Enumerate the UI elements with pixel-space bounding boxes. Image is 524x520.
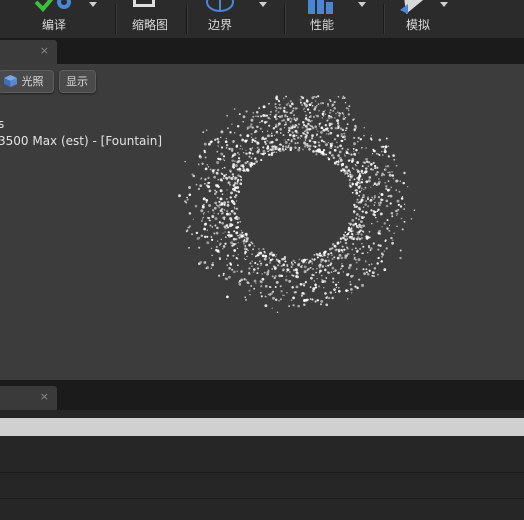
toolbar: 编译 缩略图 边界 性能 模拟 [0,0,524,39]
performance-label: 性能 [310,18,335,32]
performance-dropdown-arrow[interactable] [358,2,366,7]
toolbar-separator [284,4,285,34]
progress-bar [0,418,524,436]
stats-line-2: 3500 Max (est) - [Fountain] [0,134,163,148]
viewport-tab-strip: × [0,38,524,64]
simulate-button[interactable]: 模拟 [392,0,472,38]
lighting-button[interactable]: 光照 [0,70,54,93]
bounds-label: 边界 [208,18,233,32]
lower-tab[interactable]: × [0,386,57,410]
compile-check-icon [34,0,71,12]
thumbnail-button[interactable]: 缩略图 [122,0,184,38]
lighting-label: 光照 [21,75,44,88]
compile-label: 编译 [42,18,67,32]
toolbar-separator [186,4,187,34]
bounds-dropdown-arrow[interactable] [259,2,267,7]
performance-bars-icon [308,0,333,14]
bounds-button[interactable]: 边界 [196,0,276,38]
show-button[interactable]: 显示 [59,70,96,93]
compile-button[interactable]: 编译 [20,0,110,38]
lit-cube-icon [4,75,17,87]
stats-line-1: s [0,117,5,131]
lower-tab-strip: × [0,380,524,410]
close-icon[interactable]: × [40,390,49,403]
thumbnail-icon [133,0,155,7]
performance-button[interactable]: 性能 [298,0,378,38]
divider [0,472,524,473]
toolbar-separator [115,4,116,34]
bounds-sphere-icon [206,0,234,12]
simulate-label: 模拟 [406,18,431,32]
simulate-dropdown-arrow[interactable] [440,2,448,7]
simulate-play-icon [400,0,424,14]
show-label: 显示 [66,75,88,88]
thumbnail-label: 缩略图 [132,18,169,32]
viewport-tab[interactable]: × [0,40,57,64]
toolbar-separator [383,4,384,34]
lower-panel: × [0,380,524,520]
divider [0,498,524,499]
progress-bar-fill [0,418,524,436]
close-icon[interactable]: × [40,44,49,57]
compile-dropdown-arrow[interactable] [89,2,97,7]
viewport[interactable]: 光照 显示 s 3500 Max (est) - [Fountain] [0,64,524,380]
particle-fountain-preview [178,95,416,314]
